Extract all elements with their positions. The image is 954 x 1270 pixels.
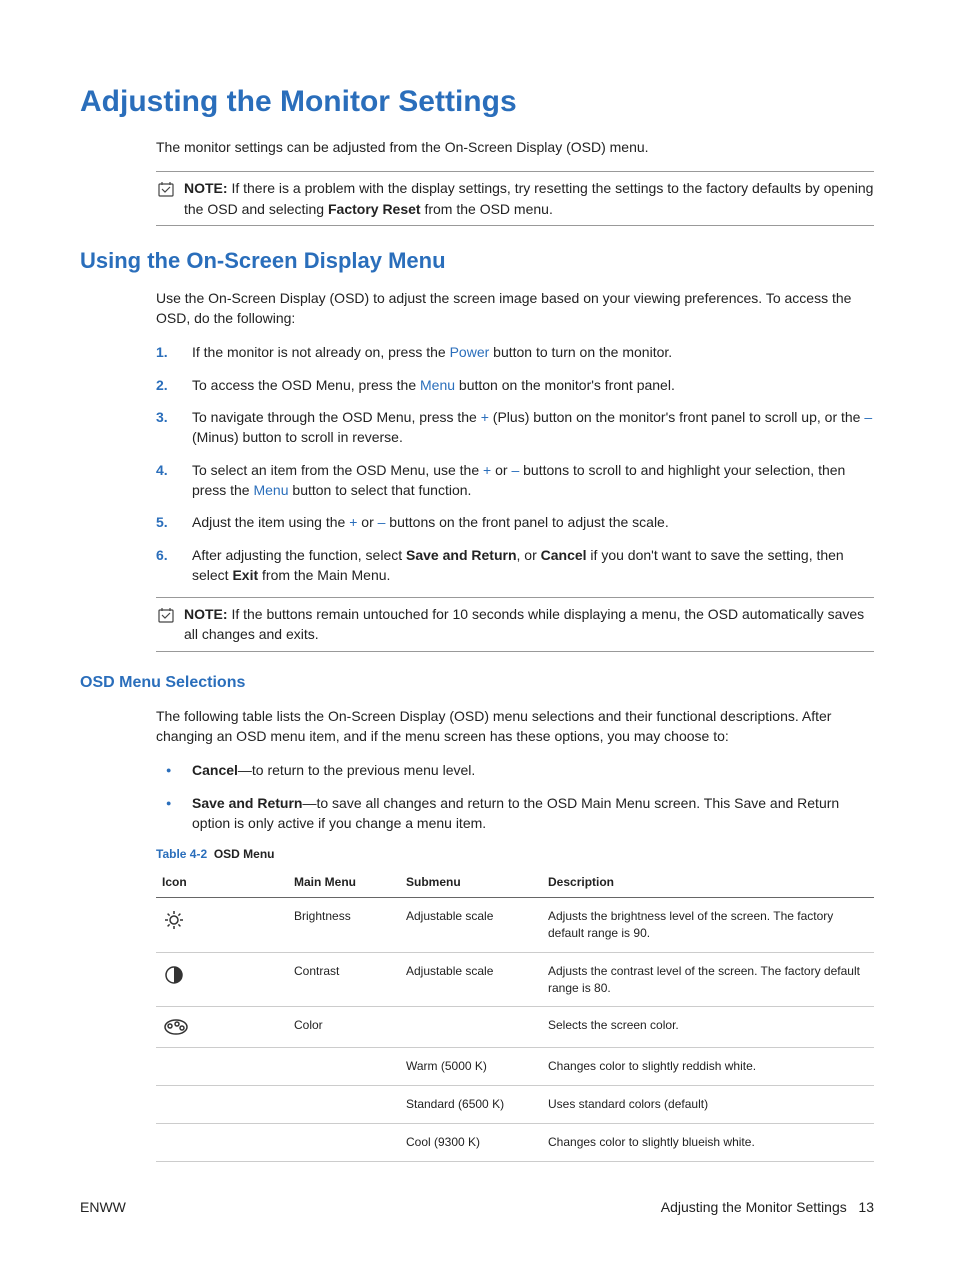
td-desc: Adjusts the brightness level of the scre… [542, 898, 874, 953]
footer: ENWW Adjusting the Monitor Settings 13 [80, 1199, 874, 1215]
table-row: Cool (9300 K) Changes color to slightly … [156, 1124, 874, 1162]
note-block: NOTE: If the buttons remain untouched fo… [156, 597, 874, 652]
step-2: 2. To access the OSD Menu, press the Men… [156, 375, 874, 395]
td-main: Contrast [288, 952, 400, 1007]
steps-list: 1. If the monitor is not already on, pre… [156, 342, 874, 585]
step-5: 5. Adjust the item using the + or – butt… [156, 512, 874, 532]
th-sub: Submenu [400, 867, 542, 898]
heading-osd-selections: OSD Menu Selections [80, 674, 874, 692]
brightness-icon [156, 898, 288, 953]
td-sub: Warm (5000 K) [400, 1048, 542, 1086]
selections-block: The following table lists the On-Screen … [156, 706, 874, 1162]
intro-block: The monitor settings can be adjusted fro… [156, 137, 874, 157]
td-sub [400, 1007, 542, 1048]
step-num: 3. [156, 407, 168, 427]
th-main: Main Menu [288, 867, 400, 898]
note-2: NOTE: If the buttons remain untouched fo… [156, 597, 874, 652]
osd-table: Icon Main Menu Submenu Description Brigh… [156, 867, 874, 1162]
page: Adjusting the Monitor Settings The monit… [0, 0, 954, 1270]
td-main [288, 1124, 400, 1162]
color-icon [156, 1007, 288, 1048]
link-menu: Menu [253, 482, 288, 498]
link-plus: + [483, 462, 491, 478]
page-number: 13 [858, 1199, 874, 1215]
th-desc: Description [542, 867, 874, 898]
note-body: If the buttons remain untouched for 10 s… [184, 606, 864, 642]
footer-left: ENWW [80, 1199, 126, 1215]
step-1: 1. If the monitor is not already on, pre… [156, 342, 874, 362]
td-desc: Changes color to slightly blueish white. [542, 1124, 874, 1162]
note-bold: Factory Reset [328, 201, 421, 217]
table-row: Color Selects the screen color. [156, 1007, 874, 1048]
td-sub: Cool (9300 K) [400, 1124, 542, 1162]
note-text: NOTE: If the buttons remain untouched fo… [184, 604, 874, 645]
th-icon: Icon [156, 867, 288, 898]
osd-intro-block: Use the On-Screen Display (OSD) to adjus… [156, 288, 874, 585]
heading-using-osd: Using the On-Screen Display Menu [80, 248, 874, 274]
contrast-icon [156, 952, 288, 1007]
table-header-row: Icon Main Menu Submenu Description [156, 867, 874, 898]
td-main: Color [288, 1007, 400, 1048]
bullet-save-return: Save and Return—to save all changes and … [156, 793, 874, 834]
td-main [288, 1048, 400, 1086]
step-num: 4. [156, 460, 168, 480]
step-num: 2. [156, 375, 168, 395]
note-icon [156, 179, 178, 199]
footer-right: Adjusting the Monitor Settings 13 [661, 1199, 874, 1215]
table-row: Standard (6500 K) Uses standard colors (… [156, 1086, 874, 1124]
td-desc: Adjusts the contrast level of the screen… [542, 952, 874, 1007]
note-text: NOTE: If there is a problem with the dis… [184, 178, 874, 219]
note-label: NOTE: [184, 606, 228, 622]
bullet-cancel: Cancel—to return to the previous menu le… [156, 760, 874, 780]
table-caption: Table 4-2 OSD Menu [156, 847, 874, 861]
intro-text: The monitor settings can be adjusted fro… [156, 137, 874, 157]
note-block: NOTE: If there is a problem with the dis… [156, 171, 874, 226]
td-main: Brightness [288, 898, 400, 953]
step-num: 5. [156, 512, 168, 532]
step-6: 6. After adjusting the function, select … [156, 545, 874, 586]
caption-prefix: Table 4-2 [156, 847, 207, 861]
caption-title: OSD Menu [214, 847, 275, 861]
td-sub: Standard (6500 K) [400, 1086, 542, 1124]
td-sub: Adjustable scale [400, 898, 542, 953]
link-minus: – [864, 409, 872, 425]
note-icon [156, 605, 178, 625]
page-title: Adjusting the Monitor Settings [80, 85, 874, 119]
table-row: Contrast Adjustable scale Adjusts the co… [156, 952, 874, 1007]
step-4: 4. To select an item from the OSD Menu, … [156, 460, 874, 501]
table-row: Brightness Adjustable scale Adjusts the … [156, 898, 874, 953]
step-3: 3. To navigate through the OSD Menu, pre… [156, 407, 874, 448]
td-desc: Changes color to slightly reddish white. [542, 1048, 874, 1086]
td-main [288, 1086, 400, 1124]
note-label: NOTE: [184, 180, 228, 196]
bullets-list: Cancel—to return to the previous menu le… [156, 760, 874, 833]
td-desc: Selects the screen color. [542, 1007, 874, 1048]
selections-intro: The following table lists the On-Screen … [156, 706, 874, 747]
link-power: Power [450, 344, 490, 360]
link-menu: Menu [420, 377, 455, 393]
note-after: from the OSD menu. [421, 201, 553, 217]
step-num: 1. [156, 342, 168, 362]
table-body: Brightness Adjustable scale Adjusts the … [156, 898, 874, 1162]
link-plus: + [481, 409, 489, 425]
step-num: 6. [156, 545, 168, 565]
td-desc: Uses standard colors (default) [542, 1086, 874, 1124]
td-sub: Adjustable scale [400, 952, 542, 1007]
osd-intro: Use the On-Screen Display (OSD) to adjus… [156, 288, 874, 329]
note-1: NOTE: If there is a problem with the dis… [156, 171, 874, 226]
table-row: Warm (5000 K) Changes color to slightly … [156, 1048, 874, 1086]
